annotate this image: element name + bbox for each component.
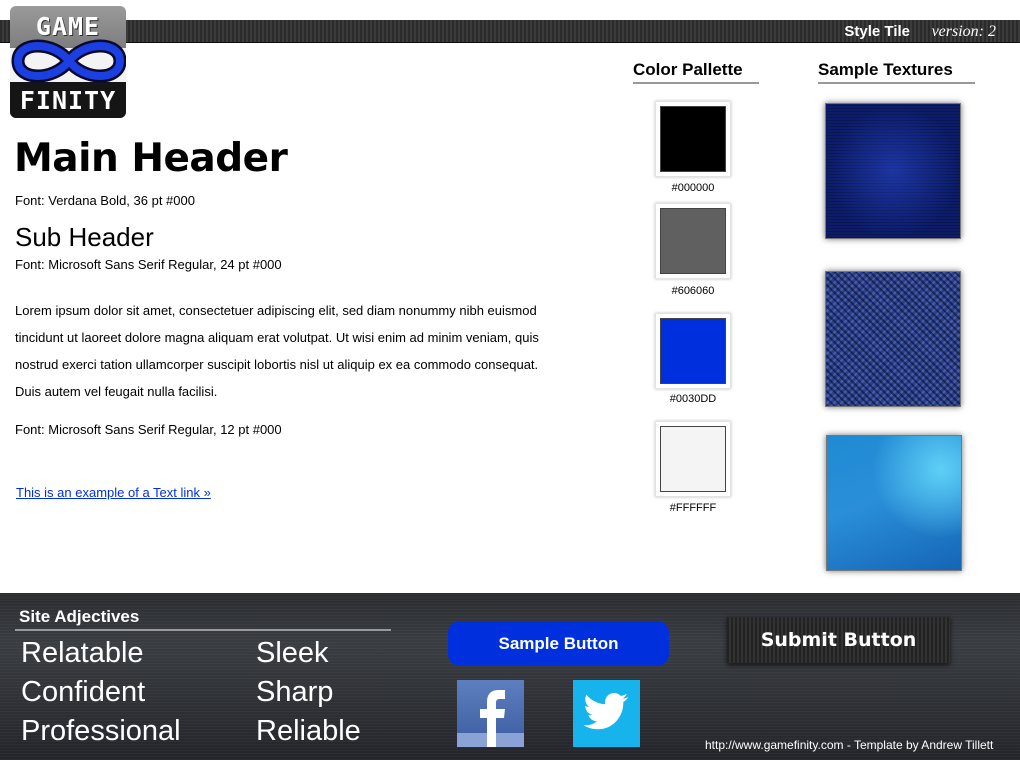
adjective-item: Relatable [21, 637, 144, 669]
color-swatch-blue [660, 318, 726, 384]
blue-carbon-fiber-texture [825, 271, 961, 407]
swatch-label: #000000 [671, 182, 715, 194]
swatch-card [655, 203, 731, 279]
swatch-card [655, 421, 731, 497]
body-text-sample: Lorem ipsum dolor sit amet, consectetuer… [15, 303, 539, 399]
color-palette-heading: Color Pallette [633, 60, 759, 84]
sub-header-sample: Sub Header [15, 222, 154, 252]
logo-word-finity: FINITY [19, 86, 117, 115]
version-label: version: 2 [931, 23, 996, 40]
site-adjectives-heading: Site Adjectives [19, 607, 140, 626]
footer-credit: http://www.gamefinity.com - Template by … [705, 738, 994, 752]
divider [15, 629, 391, 631]
infinity-icon [11, 39, 126, 83]
swatch-card [655, 313, 731, 389]
main-header-font-note: Font: Verdana Bold, 36 pt #000 [15, 193, 195, 208]
adjective-item: Sleek [256, 637, 329, 669]
text-link-sample[interactable]: This is an example of a Text link » [16, 485, 211, 500]
style-tile-title: Style Tile [844, 23, 910, 40]
facebook-icon[interactable] [457, 680, 524, 747]
swatch-card [655, 101, 731, 177]
adjective-item: Confident [21, 676, 146, 708]
top-bar: Style Tile version: 2 [0, 20, 1020, 43]
color-swatch-gray [660, 208, 726, 274]
color-swatch-black [660, 106, 726, 172]
dark-blue-mesh-texture [825, 103, 961, 239]
gamefinity-logo: GAME FINITY [10, 6, 126, 118]
sample-button[interactable]: Sample Button [448, 621, 669, 666]
adjective-item: Professional [21, 715, 181, 747]
main-header-sample: Main Header [14, 136, 288, 181]
swatch-label: #606060 [671, 285, 715, 297]
sample-textures-heading: Sample Textures [818, 60, 975, 84]
swatch-label: #0030DD [669, 393, 717, 405]
twitter-icon[interactable] [573, 680, 640, 747]
adjective-item: Sharp [256, 676, 334, 708]
body-font-note: Font: Microsoft Sans Serif Regular, 12 p… [15, 422, 282, 437]
light-blue-polygon-texture [826, 435, 962, 571]
sub-header-font-note: Font: Microsoft Sans Serif Regular, 24 p… [15, 257, 282, 272]
submit-button[interactable]: Submit Button [727, 617, 950, 663]
adjective-item: Reliable [256, 715, 361, 747]
color-swatch-white [660, 426, 726, 492]
swatch-label: #FFFFFF [669, 502, 717, 514]
